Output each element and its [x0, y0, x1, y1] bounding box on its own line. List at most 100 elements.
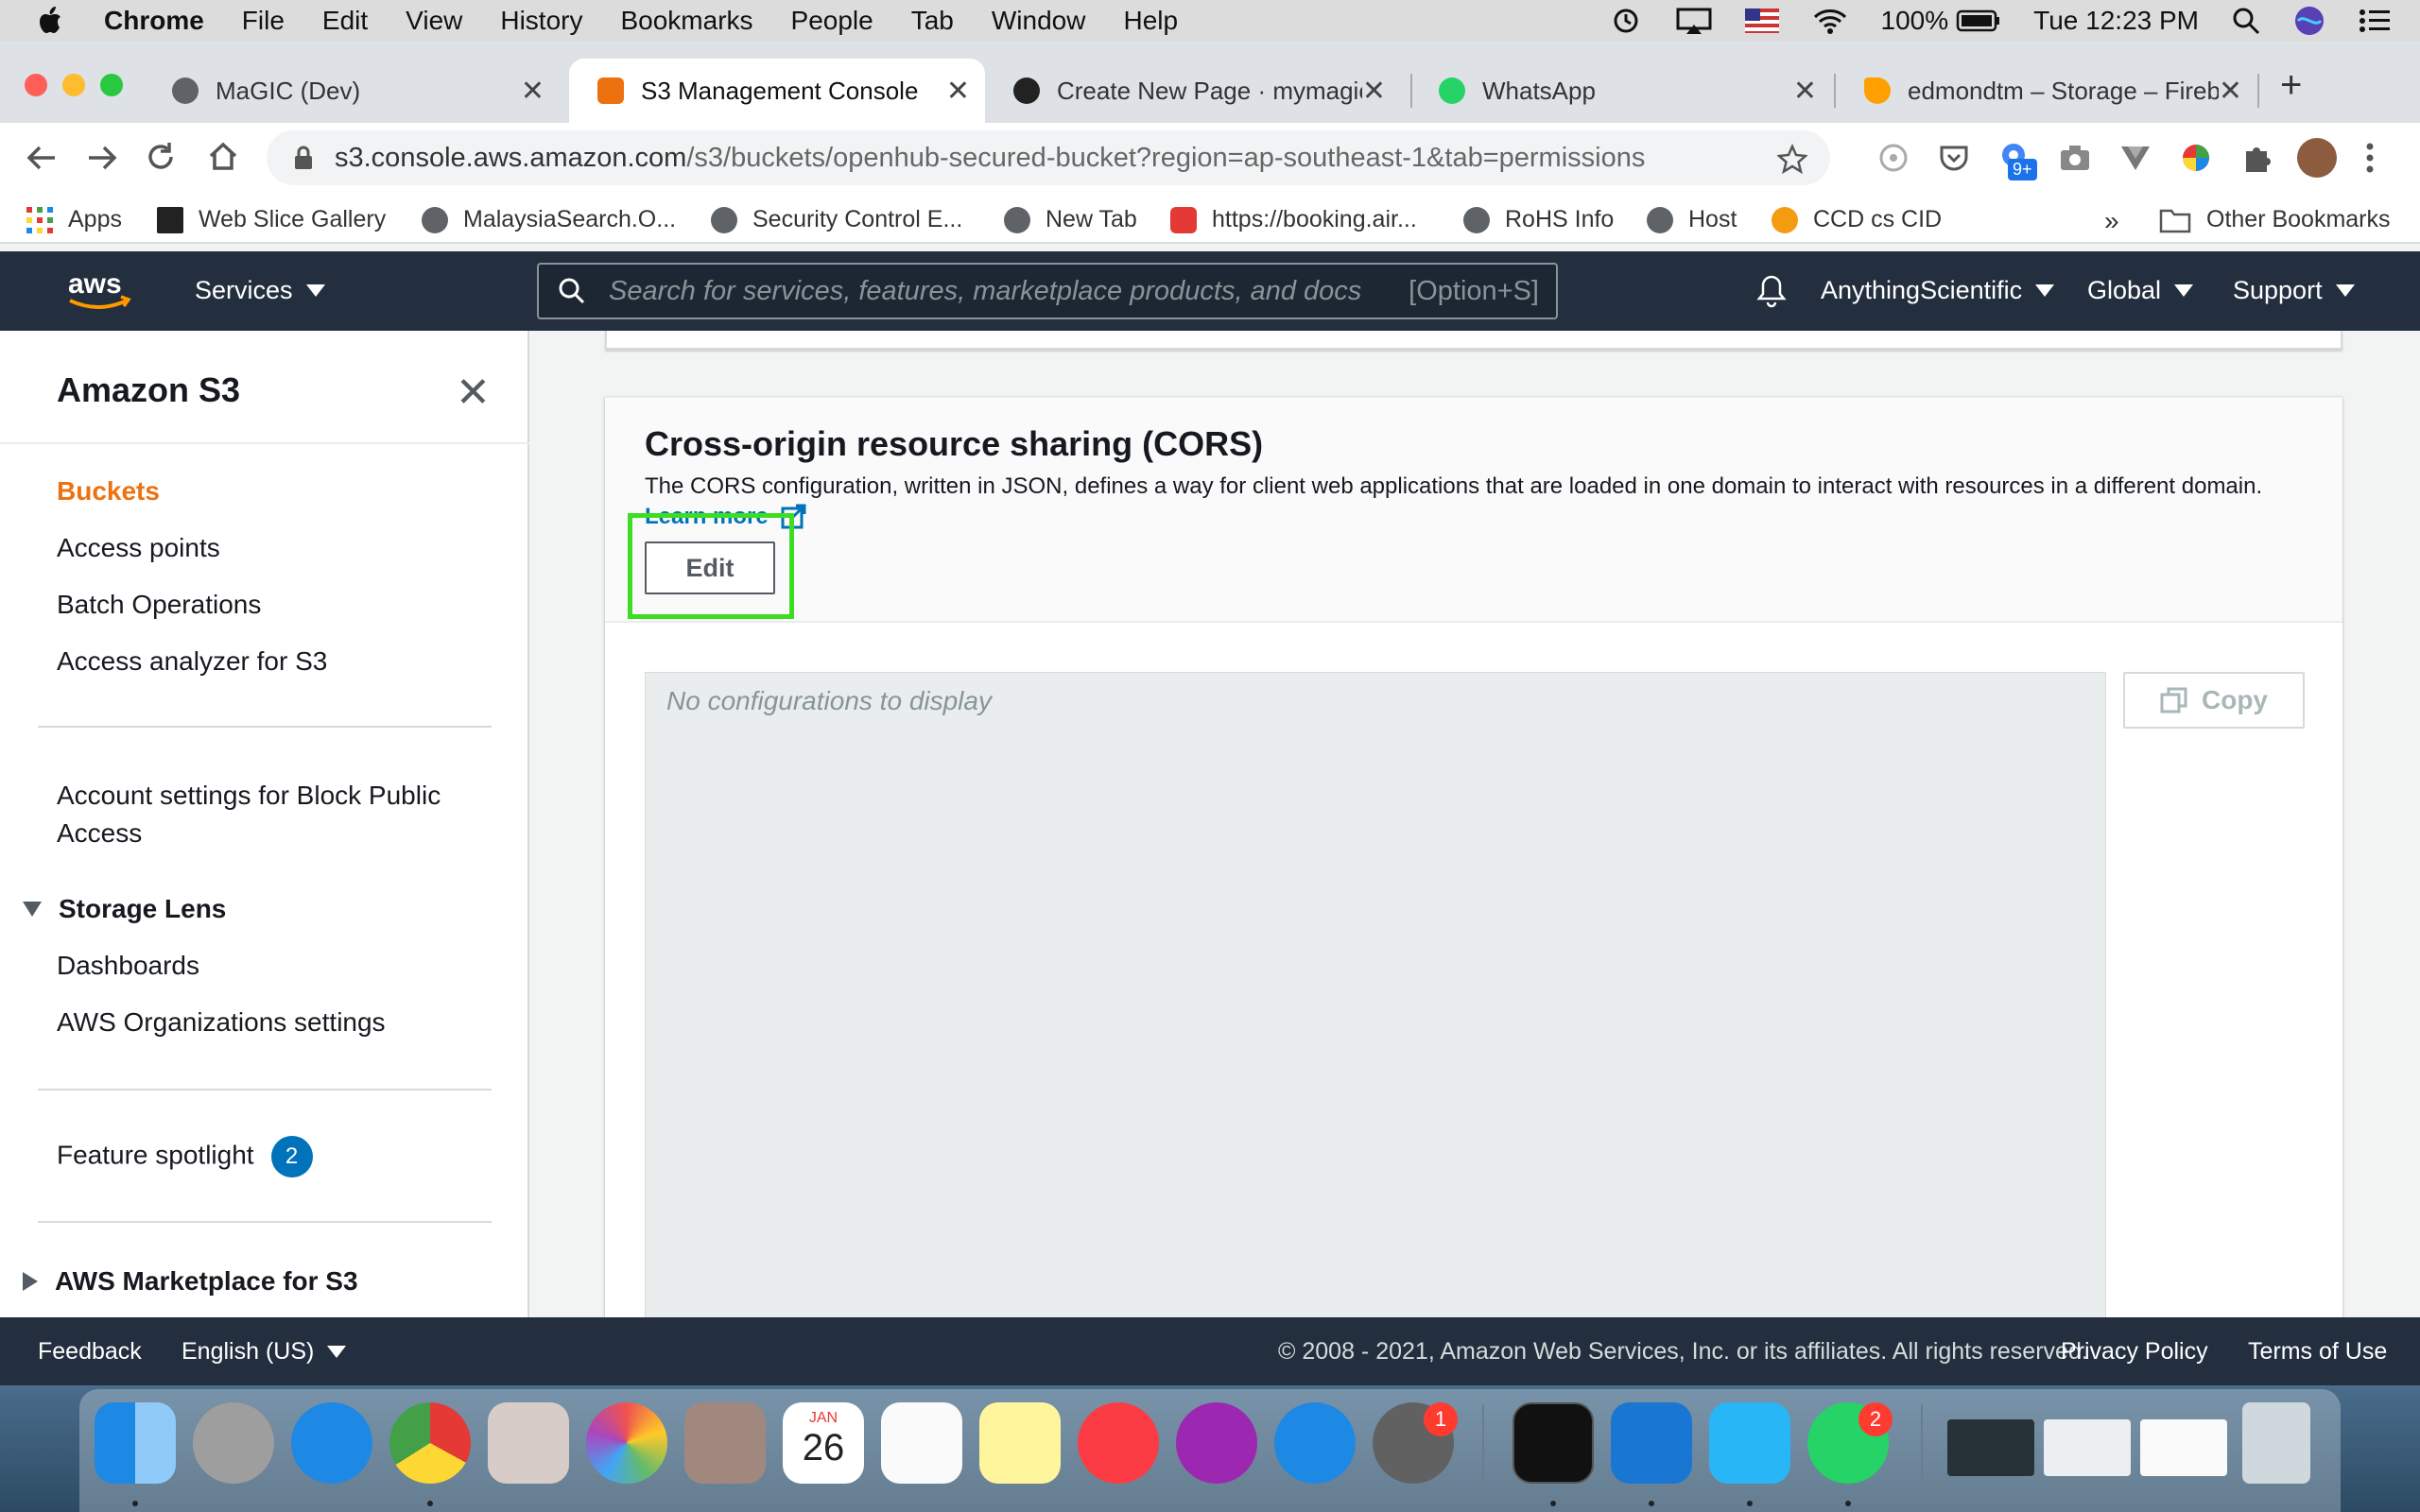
finder-icon[interactable] — [95, 1402, 176, 1484]
contacts-icon[interactable] — [684, 1402, 766, 1484]
launchpad-icon[interactable] — [193, 1402, 274, 1484]
region-menu[interactable]: Global — [2087, 276, 2194, 305]
tab-close-icon[interactable]: ✕ — [2219, 75, 2242, 108]
menu-edit[interactable]: Edit — [322, 6, 368, 36]
screenshot-camera-icon[interactable] — [2059, 144, 2091, 172]
bookmark-star-icon[interactable] — [1777, 144, 1807, 174]
extensions-puzzle-icon[interactable] — [2240, 142, 2273, 174]
notes-icon[interactable] — [979, 1402, 1061, 1484]
terms-of-use-link[interactable]: Terms of Use — [2248, 1338, 2387, 1366]
mail-icon[interactable] — [488, 1402, 569, 1484]
reload-icon[interactable] — [144, 140, 178, 174]
battery-status[interactable]: 100% — [1881, 6, 2002, 36]
aws-marketplace-toggle[interactable]: AWS Marketplace for S3 — [23, 1266, 358, 1297]
aws-logo[interactable]: aws — [66, 268, 138, 316]
airplay-icon[interactable] — [1675, 7, 1713, 35]
tab-close-icon[interactable]: ✕ — [521, 75, 544, 108]
extension-speedometer-icon[interactable] — [1877, 142, 1910, 174]
feedback-link[interactable]: Feedback — [38, 1338, 142, 1366]
extension-gear-badge[interactable]: 9+ — [1996, 138, 2040, 181]
sidebar-item-access-points[interactable]: Access points — [57, 533, 220, 563]
storage-lens-toggle[interactable]: Storage Lens — [23, 894, 226, 924]
menu-people[interactable]: People — [791, 6, 873, 36]
bookmark-security-control[interactable]: Security Control E... — [711, 206, 962, 233]
notification-center-icon[interactable] — [2358, 7, 2392, 35]
tab-firebase-storage[interactable]: edmondtm – Storage – Fireb ✕ — [1836, 59, 2257, 123]
trash-icon[interactable] — [2242, 1402, 2310, 1484]
privacy-policy-link[interactable]: Privacy Policy — [2061, 1338, 2208, 1366]
bookmark-new-tab[interactable]: New Tab — [1004, 206, 1137, 233]
chrome-menu-icon[interactable] — [2363, 142, 2377, 174]
menu-file[interactable]: File — [242, 6, 285, 36]
bookmark-rohs-info[interactable]: RoHS Info — [1463, 206, 1614, 233]
back-icon[interactable] — [25, 142, 59, 174]
tab-close-icon[interactable]: ✕ — [1362, 75, 1386, 108]
sidebar-item-aws-organizations-settings[interactable]: AWS Organizations settings — [57, 1007, 386, 1038]
time-machine-icon[interactable] — [1609, 7, 1643, 35]
minimized-window-thumbnail[interactable] — [2044, 1419, 2131, 1476]
menu-history[interactable]: History — [500, 6, 582, 36]
menu-view[interactable]: View — [406, 6, 462, 36]
services-menu[interactable]: Services — [195, 276, 325, 305]
bookmark-malaysiasearch[interactable]: MalaysiaSearch.O... — [422, 206, 676, 233]
profile-avatar[interactable] — [2297, 138, 2337, 178]
reminders-icon[interactable] — [881, 1402, 962, 1484]
menu-help[interactable]: Help — [1123, 6, 1178, 36]
bookmarks-overflow-chevron[interactable]: » — [2104, 206, 2119, 236]
window-minimize-button[interactable] — [62, 74, 85, 96]
apple-menu-icon[interactable] — [36, 5, 68, 37]
wifi-icon[interactable] — [1811, 7, 1849, 35]
sidebar-item-batch-operations[interactable]: Batch Operations — [57, 590, 261, 620]
tab-whatsapp[interactable]: WhatsApp ✕ — [1410, 59, 1832, 123]
lock-icon[interactable] — [291, 146, 316, 170]
tab-close-icon[interactable]: ✕ — [1793, 75, 1817, 108]
tab-close-icon[interactable]: ✕ — [946, 75, 970, 108]
spotlight-search-icon[interactable] — [2231, 6, 2261, 36]
vscode-icon[interactable] — [1611, 1402, 1692, 1484]
close-sidebar-icon[interactable]: ✕ — [456, 369, 491, 417]
terminal-icon[interactable] — [1512, 1402, 1594, 1484]
bookmark-host[interactable]: Host — [1647, 206, 1737, 233]
language-selector[interactable]: English (US) — [182, 1338, 347, 1366]
siri-icon[interactable] — [2293, 5, 2325, 37]
photos-icon[interactable] — [586, 1402, 667, 1484]
tab-github-create-page[interactable]: Create New Page · mymagic ✕ — [985, 59, 1401, 123]
menu-app-name[interactable]: Chrome — [104, 6, 204, 36]
notifications-bell-icon[interactable] — [1756, 274, 1787, 308]
sidebar-item-dashboards[interactable]: Dashboards — [57, 951, 199, 981]
bookmark-apps[interactable]: Apps — [26, 206, 122, 233]
pocket-icon[interactable] — [1938, 142, 1970, 174]
vue-devtools-icon[interactable] — [2119, 144, 2152, 172]
chrome-icon[interactable] — [389, 1402, 471, 1484]
sidebar-item-access-analyzer[interactable]: Access analyzer for S3 — [57, 646, 327, 677]
bookmark-booking-air[interactable]: https://booking.air... — [1170, 206, 1417, 233]
sidebar-item-account-settings[interactable]: Account settings for Block Public Access — [57, 777, 492, 852]
minimized-window-thumbnail[interactable] — [2140, 1419, 2227, 1476]
address-bar[interactable]: s3.console.aws.amazon.com/s3/buckets/ope… — [267, 130, 1830, 185]
aws-search-input[interactable]: Search for services, features, marketpla… — [537, 263, 1558, 319]
copy-button[interactable]: Copy — [2123, 672, 2305, 729]
menu-window[interactable]: Window — [992, 6, 1086, 36]
window-close-button[interactable] — [25, 74, 47, 96]
sidebar-item-buckets[interactable]: Buckets — [57, 476, 160, 507]
tab-magic-dev[interactable]: MaGIC (Dev) ✕ — [144, 59, 560, 123]
sidebar-item-feature-spotlight[interactable]: Feature spotlight 2 — [57, 1136, 313, 1177]
support-menu[interactable]: Support — [2233, 276, 2355, 305]
menu-bookmarks[interactable]: Bookmarks — [620, 6, 752, 36]
home-icon[interactable] — [206, 140, 240, 174]
color-picker-icon[interactable] — [2180, 142, 2212, 174]
podcasts-icon[interactable] — [1176, 1402, 1257, 1484]
forward-icon[interactable] — [85, 142, 119, 174]
bookmark-other-bookmarks[interactable]: Other Bookmarks — [2159, 206, 2391, 233]
fork-git-icon[interactable] — [1709, 1402, 1790, 1484]
menu-tab[interactable]: Tab — [911, 6, 954, 36]
calendar-icon[interactable]: JAN 26 — [783, 1402, 864, 1484]
account-menu[interactable]: AnythingScientific — [1821, 276, 2055, 305]
bookmark-ccd-cs-cid[interactable]: CCD cs CID — [1772, 206, 1942, 233]
music-icon[interactable] — [1078, 1402, 1159, 1484]
tab-s3-management-console[interactable]: S3 Management Console ✕ — [569, 59, 985, 123]
app-store-icon[interactable] — [1274, 1402, 1356, 1484]
new-tab-icon[interactable]: + — [2280, 64, 2302, 107]
window-zoom-button[interactable] — [100, 74, 123, 96]
minimized-window-thumbnail[interactable] — [1947, 1419, 2034, 1476]
